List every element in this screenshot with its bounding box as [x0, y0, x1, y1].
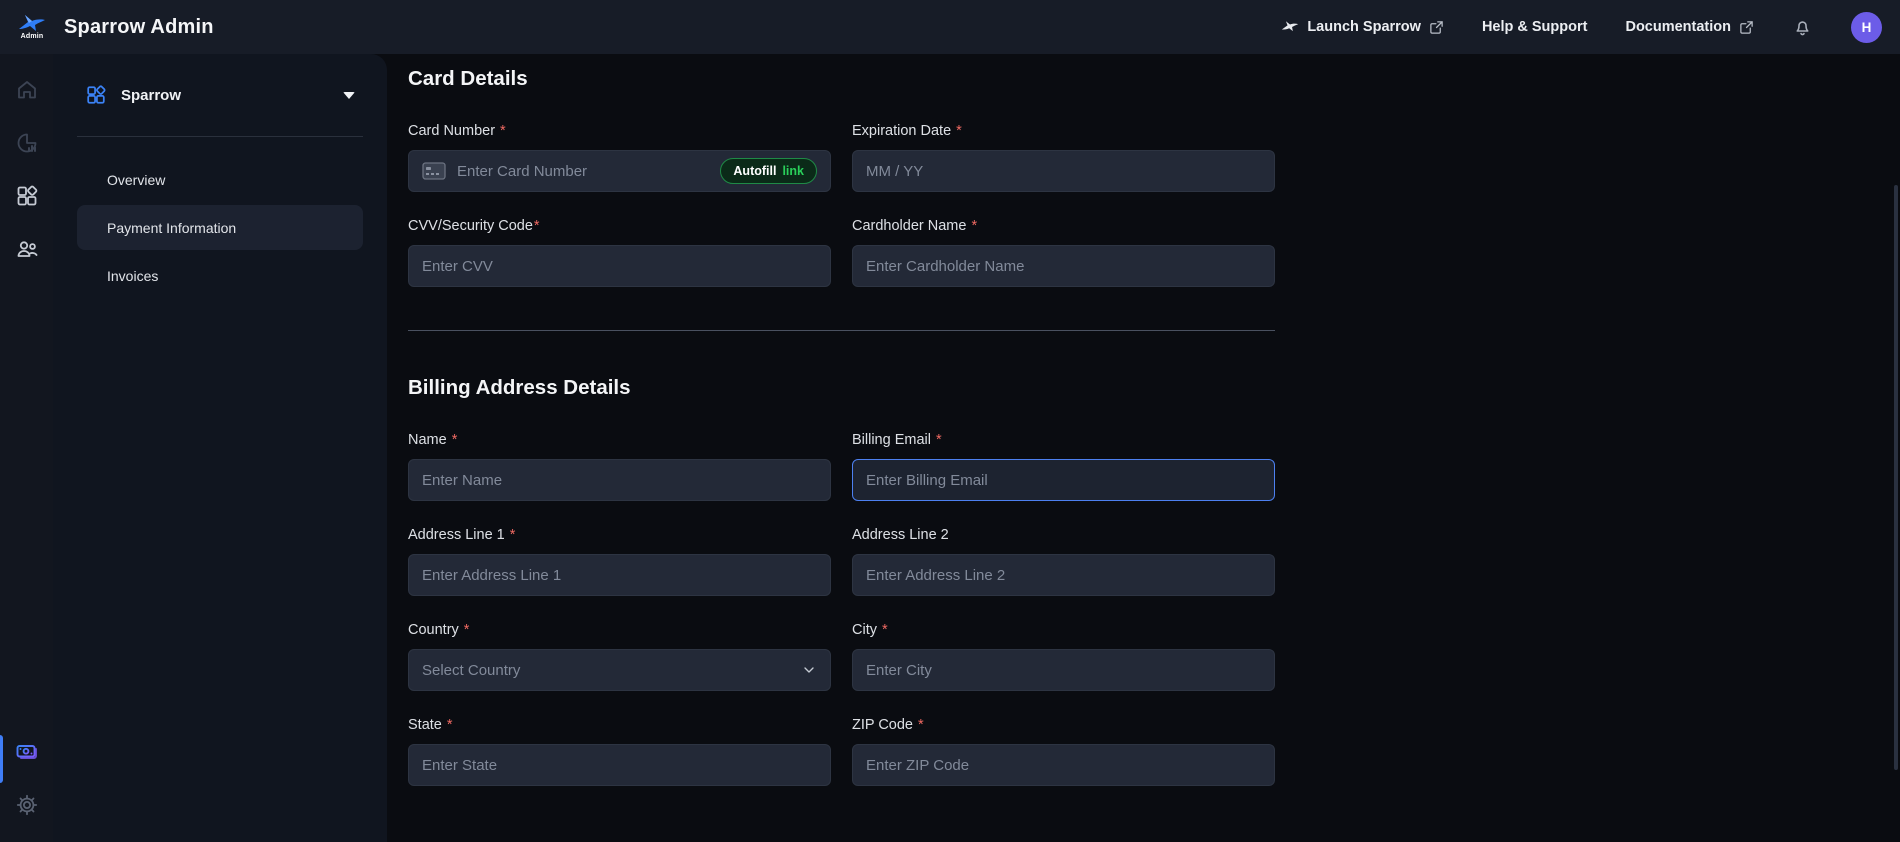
city-field: City * — [852, 622, 1275, 691]
home-icon[interactable] — [0, 68, 53, 112]
required-marker: * — [936, 432, 942, 448]
topbar: Admin Sparrow Admin Launch Sparrow Help … — [0, 0, 1900, 54]
country-label: Country * — [408, 622, 831, 638]
launch-sparrow-label: Launch Sparrow — [1307, 19, 1421, 35]
settings-gear-icon[interactable] — [0, 783, 53, 827]
zip-code-label: ZIP Code * — [852, 717, 1275, 733]
card-number-input[interactable] — [457, 151, 720, 191]
required-marker: * — [452, 432, 458, 448]
launch-sparrow-link[interactable]: Launch Sparrow — [1281, 19, 1444, 35]
workspace-name: Sparrow — [121, 87, 181, 104]
cvv-field: CVV/Security Code * — [408, 218, 831, 287]
required-marker: * — [447, 717, 453, 733]
vertical-scrollbar[interactable] — [1894, 185, 1898, 770]
documentation-label: Documentation — [1625, 19, 1731, 35]
chevron-down-icon — [801, 662, 817, 678]
country-field: Country * Select Country — [408, 622, 831, 691]
icon-rail — [0, 54, 53, 842]
autofill-label: Autofill — [733, 164, 776, 178]
external-link-icon — [1429, 20, 1444, 35]
name-field: Name * — [408, 432, 831, 501]
zip-code-input[interactable] — [866, 745, 1261, 785]
address-line-2-field: Address Line 2 — [852, 527, 1275, 596]
country-select[interactable]: Select Country — [408, 649, 831, 691]
bird-icon — [1281, 20, 1299, 34]
required-marker: * — [464, 622, 470, 638]
users-icon[interactable] — [0, 227, 53, 271]
city-input[interactable] — [866, 650, 1261, 690]
state-input[interactable] — [422, 745, 817, 785]
logo-sub-label: Admin — [21, 33, 44, 40]
workspace-selector[interactable]: Sparrow — [77, 84, 363, 106]
address-line-1-field: Address Line 1 * — [408, 527, 831, 596]
sidebar-item-invoices[interactable]: Invoices — [77, 253, 363, 298]
required-marker: * — [510, 527, 516, 543]
chevron-down-icon — [343, 92, 355, 99]
state-label: State * — [408, 717, 831, 733]
required-marker: * — [971, 218, 977, 234]
expiration-date-input[interactable] — [866, 151, 1261, 191]
city-label: City * — [852, 622, 1275, 638]
state-field: State * — [408, 717, 831, 786]
active-rail-indicator — [0, 735, 3, 783]
expiration-date-field: Expiration Date * — [852, 123, 1275, 192]
address-line-1-label: Address Line 1 * — [408, 527, 831, 543]
section-divider — [408, 330, 1275, 331]
analytics-icon[interactable] — [0, 121, 53, 165]
card-number-label: Card Number * — [408, 123, 831, 139]
card-number-field: Card Number * Autofill link — [408, 123, 831, 192]
sidebar: Sparrow Overview Payment Information Inv… — [53, 54, 387, 842]
sidebar-item-overview[interactable]: Overview — [77, 157, 363, 202]
cardholder-name-field: Cardholder Name * — [852, 218, 1275, 287]
required-marker: * — [918, 717, 924, 733]
billing-email-label: Billing Email * — [852, 432, 1275, 448]
documentation-link[interactable]: Documentation — [1625, 19, 1754, 35]
required-marker: * — [956, 123, 962, 139]
external-link-icon — [1739, 20, 1754, 35]
required-marker: * — [534, 218, 540, 234]
sidebar-item-payment-information[interactable]: Payment Information — [77, 205, 363, 250]
required-marker: * — [500, 123, 506, 139]
apps-grid-icon[interactable] — [0, 174, 53, 218]
zip-code-field: ZIP Code * — [852, 717, 1275, 786]
name-label: Name * — [408, 432, 831, 448]
cvv-input[interactable] — [422, 246, 817, 286]
app-title: Sparrow Admin — [64, 16, 214, 39]
app-logo: Admin — [12, 14, 52, 40]
expiration-date-label: Expiration Date * — [852, 123, 1275, 139]
billing-email-input[interactable] — [866, 460, 1261, 500]
card-details-title: Card Details — [408, 67, 1900, 91]
address-line-2-input[interactable] — [866, 555, 1261, 595]
name-input[interactable] — [422, 460, 817, 500]
autofill-link-label: link — [782, 164, 804, 178]
address-line-2-label: Address Line 2 — [852, 527, 1275, 543]
user-avatar[interactable]: H — [1851, 12, 1882, 43]
sidebar-divider — [77, 136, 363, 137]
workspace-grid-icon — [85, 84, 107, 106]
country-select-value: Select Country — [422, 662, 801, 679]
cvv-label: CVV/Security Code * — [408, 218, 831, 234]
billing-address-title: Billing Address Details — [408, 376, 1900, 400]
billing-email-field: Billing Email * — [852, 432, 1275, 501]
credit-card-icon — [422, 162, 446, 180]
notifications-bell-icon[interactable] — [1792, 17, 1813, 38]
cardholder-name-input[interactable] — [866, 246, 1261, 286]
help-support-label: Help & Support — [1482, 19, 1588, 35]
autofill-link-button[interactable]: Autofill link — [720, 158, 817, 184]
payment-form: Card Details Card Number * — [387, 54, 1900, 842]
billing-icon[interactable] — [0, 730, 53, 774]
address-line-1-input[interactable] — [422, 555, 817, 595]
cardholder-name-label: Cardholder Name * — [852, 218, 1275, 234]
help-support-link[interactable]: Help & Support — [1482, 19, 1588, 35]
required-marker: * — [882, 622, 888, 638]
